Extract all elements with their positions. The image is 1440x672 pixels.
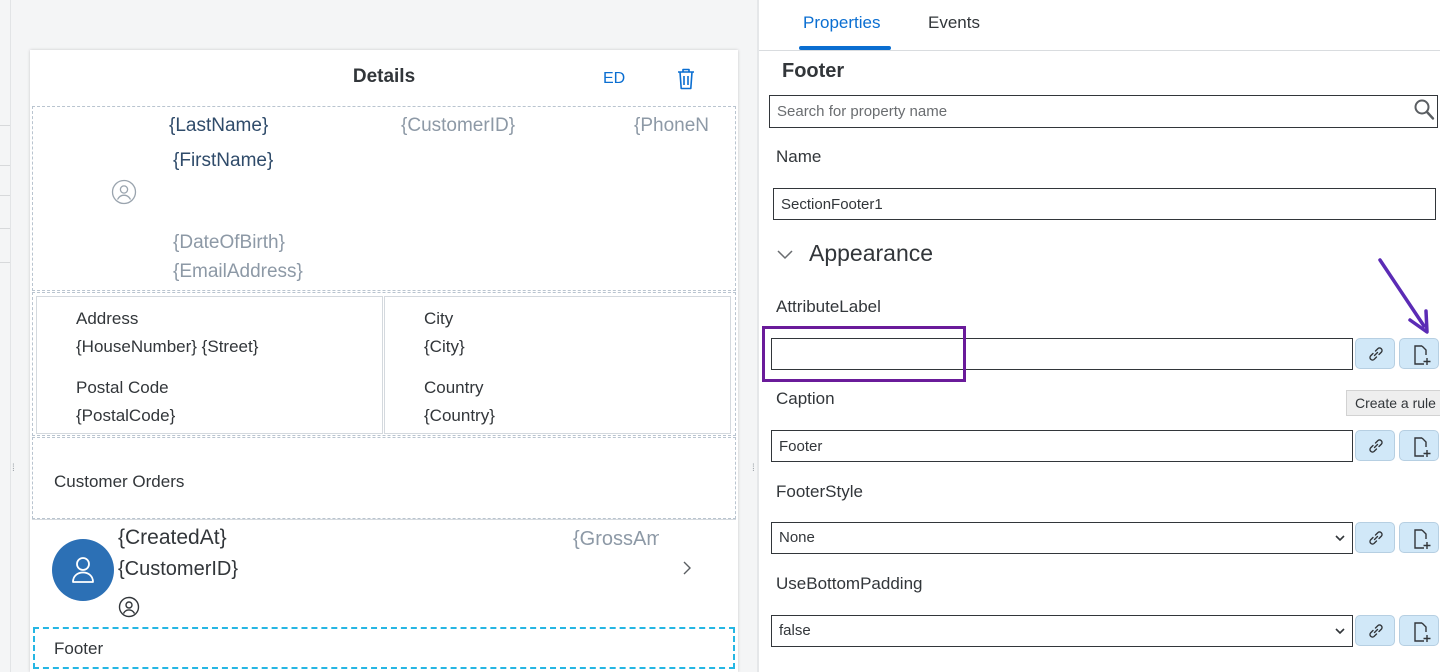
resize-grip-icon[interactable]: ⁞ — [752, 464, 756, 474]
footer-caption: Footer — [54, 639, 104, 658]
country-value: {Country} — [424, 406, 495, 425]
footer-style-select[interactable]: None — [771, 522, 1353, 554]
arrow-annotation-icon — [1378, 258, 1429, 334]
city-value: {City} — [424, 337, 465, 356]
footer-style-label: FooterStyle — [776, 482, 863, 501]
customer-id-token: {CustomerID} — [118, 558, 239, 580]
address-value: {HouseNumber} {Street} — [76, 337, 259, 356]
create-rule-attribute-label-button[interactable] — [1399, 338, 1439, 369]
orders-section-title: Customer Orders — [54, 472, 185, 491]
city-label: City — [424, 309, 454, 328]
link-icon — [1369, 531, 1383, 545]
resize-grip-icon[interactable]: ⁞ — [12, 464, 16, 474]
chevron-right-icon — [683, 561, 691, 575]
create-rule-caption-button[interactable] — [1399, 430, 1439, 461]
gross-amount-token: {GrossAm — [573, 528, 659, 550]
key-value-cell: City {City} Country {Country} — [384, 296, 731, 434]
link-icon — [1369, 347, 1383, 361]
date-of-birth-token: {DateOfBirth} — [173, 232, 285, 253]
search-icon[interactable] — [1413, 98, 1435, 122]
edit-action-button[interactable]: ED — [603, 70, 625, 88]
canvas-tick — [0, 262, 10, 263]
postal-code-value: {PostalCode} — [76, 406, 176, 425]
first-name-token: {FirstName} — [173, 150, 274, 171]
panel-title: Footer — [782, 60, 845, 82]
caption-label: Caption — [776, 389, 835, 408]
bind-use-bottom-padding-button[interactable] — [1355, 615, 1395, 646]
attribute-label-label: AttributeLabel — [776, 297, 881, 316]
canvas-tick — [0, 165, 10, 166]
create-rule-icon — [1414, 622, 1431, 642]
page-preview: Details ED {LastName} {CustomerID} {Phon… — [30, 50, 738, 672]
user-circle-icon — [118, 596, 140, 618]
name-label: Name — [776, 147, 822, 166]
customer-id-token: {CustomerID} — [401, 115, 516, 136]
create-rule-icon — [1414, 437, 1431, 457]
appearance-section-title: Appearance — [809, 240, 934, 266]
create-rule-icon — [1414, 345, 1431, 365]
bind-caption-button[interactable] — [1355, 430, 1395, 461]
create-rule-tooltip: Create a rule — [1346, 390, 1440, 416]
section-footer[interactable]: Footer — [33, 627, 735, 669]
highlight-annotation — [762, 326, 966, 382]
key-value-section[interactable]: Address {HouseNumber} {Street} Postal Co… — [32, 292, 736, 436]
trash-icon[interactable] — [675, 67, 697, 91]
use-bottom-padding-select[interactable]: false — [771, 615, 1353, 647]
avatar — [52, 539, 114, 601]
use-bottom-padding-label: UseBottomPadding — [776, 574, 923, 593]
create-rule-use-bottom-padding-button[interactable] — [1399, 615, 1439, 646]
link-icon — [1369, 624, 1383, 638]
key-value-cell: Address {HouseNumber} {Street} Postal Co… — [36, 296, 383, 434]
object-header-section[interactable]: {LastName} {CustomerID} {PhoneN {FirstNa… — [32, 106, 736, 291]
divider — [759, 50, 1440, 51]
design-canvas: ⁞ Details ED {LastName} {CustomerID} {Ph… — [0, 0, 757, 672]
canvas-tick — [0, 125, 10, 126]
chevron-down-icon — [1335, 535, 1345, 542]
link-icon — [1369, 439, 1383, 453]
user-circle-icon — [111, 179, 137, 205]
footer-style-value: None — [779, 529, 815, 546]
email-token: {EmailAddress} — [173, 261, 303, 282]
create-rule-icon — [1414, 529, 1431, 549]
tab-events[interactable]: Events — [928, 13, 980, 33]
phone-token: {PhoneN — [634, 115, 710, 136]
user-icon — [72, 557, 94, 583]
address-label: Address — [76, 309, 139, 328]
canvas-tick — [0, 195, 10, 196]
postal-code-label: Postal Code — [76, 378, 169, 397]
chevron-down-icon[interactable] — [776, 248, 794, 260]
create-rule-footer-style-button[interactable] — [1399, 522, 1439, 553]
bind-footer-style-button[interactable] — [1355, 522, 1395, 553]
country-label: Country — [424, 378, 484, 397]
canvas-tick — [0, 228, 10, 229]
property-search-input[interactable] — [769, 95, 1438, 128]
chevron-down-icon — [1335, 628, 1345, 635]
orders-section[interactable]: Customer Orders — [32, 437, 736, 519]
last-name-token: {LastName} — [169, 115, 269, 136]
page-title: Details — [352, 66, 416, 87]
name-field[interactable] — [773, 188, 1436, 220]
canvas-guide — [10, 0, 11, 672]
caption-field[interactable] — [771, 430, 1353, 462]
bind-attribute-label-button[interactable] — [1355, 338, 1395, 369]
order-list-item[interactable]: {CreatedAt} {CustomerID} {GrossAm — [32, 520, 736, 626]
tab-properties[interactable]: Properties — [803, 13, 880, 33]
created-at-token: {CreatedAt} — [118, 526, 227, 549]
use-bottom-padding-value: false — [779, 622, 811, 639]
